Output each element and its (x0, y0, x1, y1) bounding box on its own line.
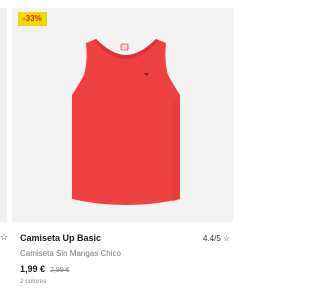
previous-card-image-edge[interactable] (0, 8, 7, 222)
discount-badge: -33% (18, 12, 47, 26)
price-current: 1,99 € (20, 264, 46, 274)
product-subtitle: Camiseta Sin Mangas Chico (20, 249, 121, 258)
colors-count[interactable]: 2 colores (20, 277, 46, 286)
price-row: 1,99 € 2,99 € (20, 262, 70, 276)
product-image[interactable]: -33% (12, 8, 234, 222)
product-grid: ☆ -33% Camiseta Up Basic 4.4/5 ☆ Camiset… (0, 0, 320, 298)
previous-card-rating-star-icon: ☆ (0, 232, 9, 242)
tank-top-icon (72, 39, 180, 205)
price-old: 2,99 € (50, 267, 70, 274)
product-name[interactable]: Camiseta Up Basic (20, 233, 101, 244)
product-card[interactable]: -33% Camiseta Up Basic 4.4/5 ☆ Camiseta … (12, 0, 236, 298)
product-rating: 4.4/5 ☆ (203, 234, 231, 243)
